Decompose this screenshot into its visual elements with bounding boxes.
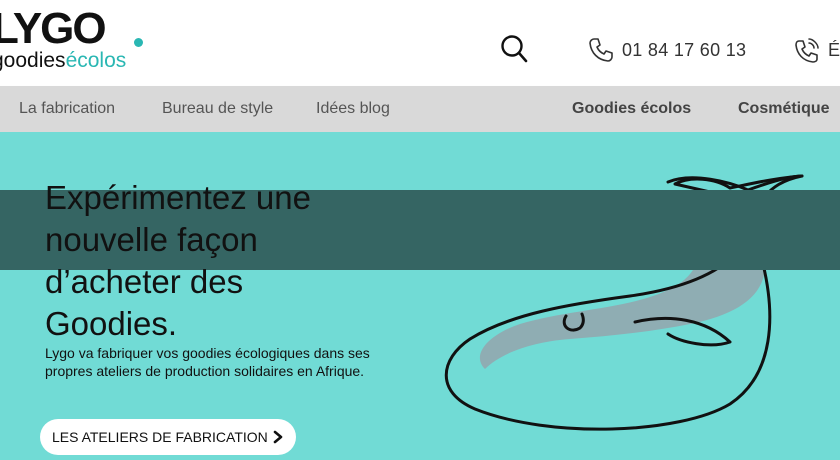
- phone-icon: [589, 38, 613, 62]
- nav-item-idees-blog[interactable]: Idées blog: [316, 86, 390, 132]
- logo-tagline: goodiesécolos: [0, 50, 126, 72]
- main-nav: La fabrication Bureau de style Idées blo…: [0, 86, 840, 132]
- phone-number: 01 84 17 60 13: [622, 39, 747, 60]
- phone-ringing-icon: [795, 38, 819, 63]
- logo-tagline-part2: écolos: [65, 49, 127, 72]
- hero-title: Expérimentez une nouvelle façon d’achete…: [45, 179, 311, 342]
- search-button[interactable]: [500, 34, 528, 64]
- ateliers-button[interactable]: LES ATELIERS DE FABRICATION: [40, 419, 296, 455]
- nav-item-fabrication[interactable]: La fabrication: [19, 86, 115, 132]
- nav-item-bureau-de-style[interactable]: Bureau de style: [162, 86, 273, 132]
- lygo-logo[interactable]: LYGO goodiesécolos: [0, 4, 152, 74]
- nav-item-goodies-ecolos[interactable]: Goodies écolos: [572, 86, 691, 132]
- callback-link[interactable]: É: [794, 36, 840, 64]
- search-icon: [501, 35, 528, 63]
- logo-word: LYGO: [0, 4, 107, 53]
- logo-tagline-part1: goodies: [0, 49, 66, 72]
- chevron-right-icon: [273, 430, 283, 444]
- logo-dot: [134, 38, 143, 47]
- hero-description: Lygo va fabriquer vos goodies écologique…: [45, 345, 370, 379]
- hero-section: Expérimentez une nouvelle façon d’achete…: [0, 132, 840, 460]
- phone-link[interactable]: 01 84 17 60 13: [588, 36, 746, 64]
- callback-text: É: [828, 39, 840, 60]
- ateliers-button-label: LES ATELIERS DE FABRICATION: [52, 429, 268, 445]
- nav-item-cosmetique[interactable]: Cosmétique: [738, 86, 830, 132]
- site-header: LYGO goodiesécolos 01 84 17 60 13 É: [0, 0, 840, 86]
